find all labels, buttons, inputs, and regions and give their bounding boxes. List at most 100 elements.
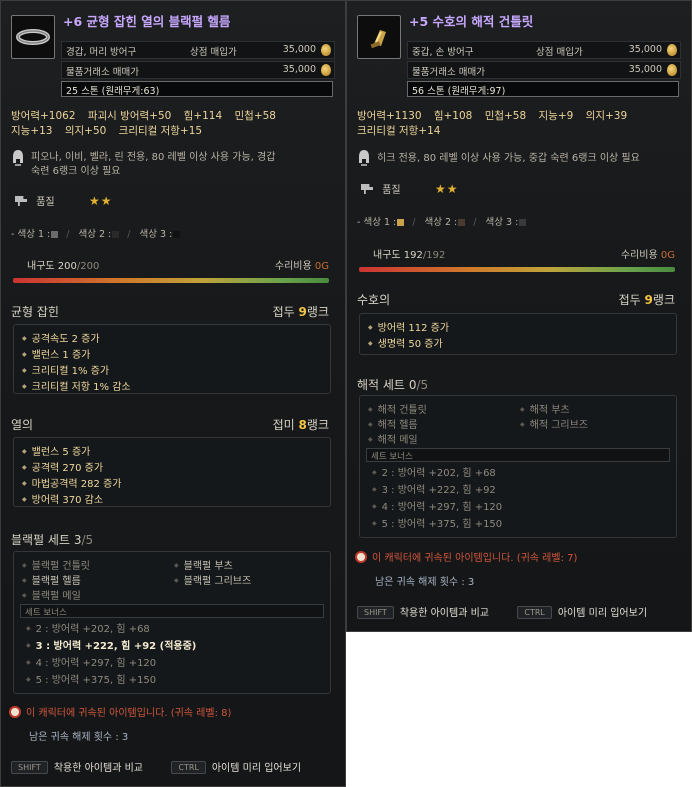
effect-item: 마법공격력 282 증가 xyxy=(22,476,322,492)
set-bonus: 2 : 방어력 +202, 힘 +68 xyxy=(14,621,330,638)
preview-label: 아이템 미리 입어보기 xyxy=(211,763,302,774)
rank-suffix: 랭크 xyxy=(306,418,329,432)
unbind-count: 남은 귀속 해제 횟수 : 3 xyxy=(375,577,475,588)
coin-icon xyxy=(321,64,331,76)
rank-value: 9 xyxy=(298,305,307,319)
shift-key[interactable]: SHIFT xyxy=(357,606,394,619)
requirement-text: 피오나, 이비, 벨라, 린 전용, 80 레벨 이상 사용 가능, 경갑 숙련… xyxy=(31,151,275,179)
dye-row: - 색상 1 : / 색상 2 : / 색상 3 : xyxy=(11,226,185,240)
set-name: 블랙펄 세트 xyxy=(11,533,71,547)
compare-label: 착용한 아이템과 비교 xyxy=(53,763,143,774)
hammer-icon xyxy=(361,184,373,194)
ctrl-key[interactable]: CTRL xyxy=(517,606,552,619)
requirement-line: 피오나, 이비, 벨라, 린 전용, 80 레벨 이상 사용 가능, 경갑 xyxy=(31,152,276,163)
stat: 의지+39 xyxy=(585,110,628,122)
durability-max: /200 xyxy=(76,261,100,272)
suffix-name: 열의 xyxy=(11,418,34,432)
dye-swatch xyxy=(112,231,120,238)
bind-notice: 이 캐릭터에 귀속된 아이템입니다. (귀속 레벨: 7) xyxy=(355,549,577,564)
dye-swatch xyxy=(458,219,466,226)
prefix-rank: 접두 9랭크 xyxy=(619,291,675,308)
grade-stars: ★★ xyxy=(434,182,459,196)
coin-icon xyxy=(667,44,677,56)
set-items: 해적 건틀릿 해적 부츠 해적 헬름 해적 그리브즈 해적 메일 xyxy=(360,396,676,448)
set-box: 해적 건틀릿 해적 부츠 해적 헬름 해적 그리브즈 해적 메일 세트 보너스 … xyxy=(359,395,677,538)
set-title: 해적 세트 0/5 xyxy=(357,376,428,393)
set-item: 해적 그리브즈 xyxy=(520,416,588,431)
stat: 지능+13 xyxy=(11,125,53,137)
effect-item: 방어력 112 증가 xyxy=(368,320,668,336)
rank-suffix: 랭크 xyxy=(306,305,329,319)
rank-suffix: 랭크 xyxy=(652,293,675,307)
stat: 파괴시 방어력+50 xyxy=(87,110,172,122)
item-title: +5 수호의 해적 건틀릿 xyxy=(409,14,534,29)
set-item: 해적 부츠 xyxy=(520,401,570,416)
dye-slot-label: 색상 3 : xyxy=(485,217,519,228)
rank-prefix: 접두 xyxy=(272,305,295,319)
repair-value: 0G xyxy=(314,261,329,272)
unbind-count: 남은 귀속 해제 횟수 : 3 xyxy=(29,732,129,743)
effect-item: 생명력 50 증가 xyxy=(368,336,668,352)
dye-swatch xyxy=(173,231,181,238)
weight-field: 56 스톤 (원래무게:97) xyxy=(407,81,679,97)
repair-label: 수리비용 xyxy=(274,261,312,272)
preview-label: 아이템 미리 입어보기 xyxy=(557,608,648,619)
item-title: +6 균형 잡힌 열의 블랙펄 헬름 xyxy=(63,14,231,29)
stat: 크리티컬 저항+15 xyxy=(118,125,203,137)
grade-label: 품질 xyxy=(36,197,55,208)
stat: 지능+9 xyxy=(538,110,574,122)
bind-text: 이 캐릭터에 귀속된 아이템입니다. (귀속 레벨: 8) xyxy=(26,708,232,719)
durability-max: /192 xyxy=(422,250,446,261)
durability-label: 내구도 192/192 xyxy=(373,246,445,261)
shop-price: 35,000 xyxy=(282,44,316,55)
stat: 힘+108 xyxy=(433,110,473,122)
market-row: 물품거래소 매매가 35,000 xyxy=(407,61,681,79)
effect-item: 밸런스 5 증가 xyxy=(22,444,322,460)
rank-value: 8 xyxy=(298,418,307,432)
ctrl-key[interactable]: CTRL xyxy=(171,761,206,774)
effect-item: 방어력 370 감소 xyxy=(22,492,322,508)
requirement-line: 숙련 6랭크 이상 필요 xyxy=(31,166,121,177)
durability-current: 192 xyxy=(403,250,423,261)
coin-icon xyxy=(667,64,677,76)
item-tooltip-helm: +6 균형 잡힌 열의 블랙펄 헬름 경갑, 머리 방어구 상점 매입가 35,… xyxy=(0,0,346,787)
compare-label: 착용한 아이템과 비교 xyxy=(399,608,489,619)
set-bonus: 5 : 방어력 +375, 힘 +150 xyxy=(14,672,330,689)
set-item: 블랙펄 건틀릿 xyxy=(22,557,90,572)
suffix-effects-box: 밸런스 5 증가 공격력 270 증가 마법공격력 282 증가 방어력 370… xyxy=(13,437,331,507)
set-bonus: 4 : 방어력 +297, 힘 +120 xyxy=(360,499,676,516)
shift-key[interactable]: SHIFT xyxy=(11,761,48,774)
stats-block: 방어력+1130 힘+108 민첩+58 지능+9 의지+39 크리티컬 저항+… xyxy=(357,109,636,139)
set-bonus: 5 : 방어력 +375, 힘 +150 xyxy=(360,516,676,533)
requirement-text: 히크 전용, 80 레벨 이상 사용 가능, 중갑 숙련 6랭크 이상 필요 xyxy=(377,152,640,166)
bind-text: 이 캐릭터에 귀속된 아이템입니다. (귀속 레벨: 7) xyxy=(372,553,578,564)
gauntlet-icon xyxy=(357,15,401,59)
set-name: 해적 세트 xyxy=(357,378,405,392)
market-price-label: 물품거래소 매매가 xyxy=(66,67,139,78)
coin-icon xyxy=(321,44,331,56)
repair-cost: 수리비용 0G xyxy=(621,246,675,261)
dye-swatch xyxy=(397,219,405,226)
dye-slot-label: - 색상 1 : xyxy=(11,229,51,240)
bind-warning-icon xyxy=(355,551,367,563)
stats-block: 방어력+1062 파괴시 방어력+50 힘+114 민첩+58 지능+13 의지… xyxy=(11,109,285,139)
set-box: 블랙펄 건틀릿 블랙펄 부츠 블랙펄 헬름 블랙펄 그리브즈 블랙펄 메일 세트… xyxy=(13,551,331,694)
prefix-name: 균형 잡힌 xyxy=(11,305,59,319)
bind-notice: 이 캐릭터에 귀속된 아이템입니다. (귀속 레벨: 8) xyxy=(9,704,231,719)
set-title: 블랙펄 세트 3/5 xyxy=(11,531,93,548)
set-item: 해적 건틀릿 xyxy=(368,401,427,416)
stat: 방어력+1062 xyxy=(11,110,76,122)
hammer-icon xyxy=(15,196,27,206)
set-bonus-active: 3 : 방어력 +222, 힘 +92 (적용중) xyxy=(14,638,330,655)
market-price: 35,000 xyxy=(628,64,662,75)
effect-item: 공격력 270 증가 xyxy=(22,460,322,476)
set-item: 해적 메일 xyxy=(368,431,418,446)
armor-class-icon xyxy=(359,150,369,166)
dye-slot-label: 색상 2 : xyxy=(424,217,458,228)
set-bonus: 4 : 방어력 +297, 힘 +120 xyxy=(14,655,330,672)
key-hints: SHIFT 착용한 아이템과 비교 CTRL 아이템 미리 입어보기 xyxy=(11,759,301,774)
item-tooltip-gauntlet: +5 수호의 해적 건틀릿 중갑, 손 방어구 상점 매입가 35,000 물품… xyxy=(346,0,692,632)
grade-row: 품질 ★★ xyxy=(361,181,458,196)
armor-class-icon xyxy=(13,150,23,166)
stat: 민첩+58 xyxy=(484,110,527,122)
